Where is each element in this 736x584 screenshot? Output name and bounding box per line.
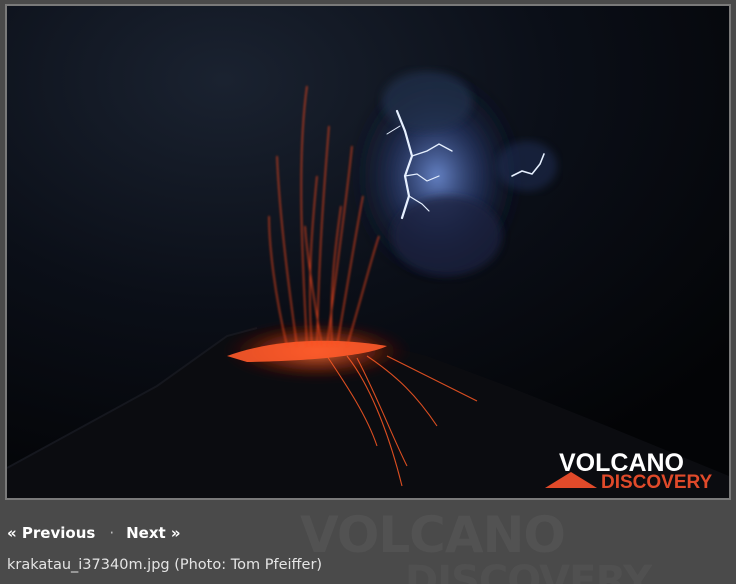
background-watermark-line1: VOLCANO — [300, 506, 566, 564]
photo-frame: VOLCANO DISCOVERY — [5, 4, 731, 500]
photo-caption: krakatau_i37340m.jpg (Photo: Tom Pfeiffe… — [7, 557, 323, 573]
photo-pager: « Previous · Next » — [7, 524, 181, 542]
volcano-eruption-photo[interactable]: VOLCANO DISCOVERY — [7, 6, 729, 498]
previous-link[interactable]: « Previous — [7, 524, 95, 542]
next-link[interactable]: Next » — [126, 524, 181, 542]
background-logo-watermark: VOLCANO DISCOVERY — [295, 500, 735, 584]
logo-line2: DISCOVERY — [601, 472, 713, 493]
background-watermark-line2: DISCOVERY — [405, 558, 652, 584]
pager-separator: · — [109, 524, 115, 542]
